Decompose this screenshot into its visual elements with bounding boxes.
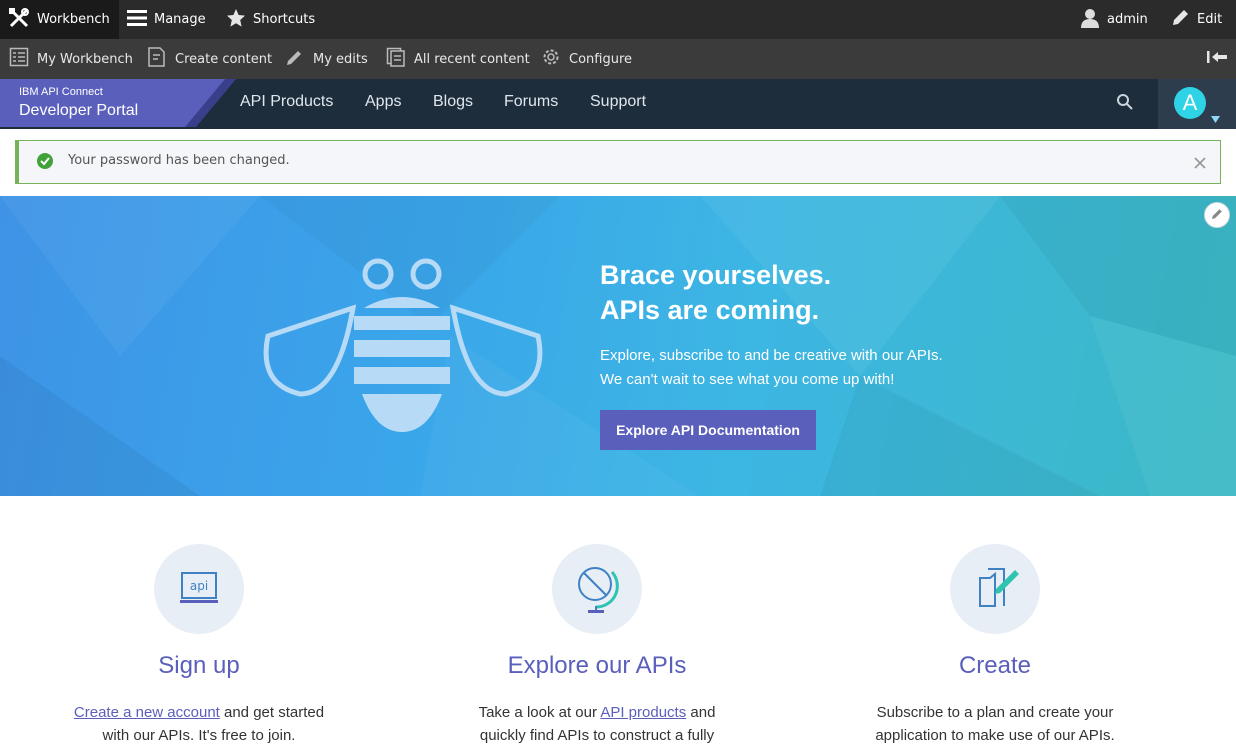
feature-title: Create	[958, 652, 1032, 679]
nav-link-support[interactable]: Support	[590, 79, 646, 127]
tray-item-label: My Workbench	[37, 51, 133, 67]
tray-item-configure[interactable]: Configure	[541, 39, 632, 79]
collapse-tray-button[interactable]	[1206, 39, 1228, 79]
tray-item-my-edits[interactable]: My edits	[285, 39, 368, 79]
pencil-icon	[285, 47, 305, 71]
globe-icon	[552, 544, 642, 634]
brand-title: Developer Portal	[19, 102, 139, 119]
hero-description: Explore, subscribe to and be creative wi…	[600, 344, 943, 392]
feature-create: Create Subscribe to a plan and create yo…	[845, 544, 1145, 747]
nav-link-apps[interactable]: Apps	[365, 79, 401, 127]
create-document-icon	[950, 544, 1040, 634]
nav-link-forums[interactable]: Forums	[504, 79, 558, 127]
workbench-tab[interactable]: Workbench	[0, 0, 119, 39]
tools-icon	[8, 7, 30, 33]
feature-text-line1: Take a look at our	[478, 704, 601, 721]
explore-api-documentation-button[interactable]: Explore API Documentation	[600, 410, 816, 450]
hamburger-icon	[127, 9, 147, 31]
admin-toolbar: Workbench Manage Shortcuts admin Edit	[0, 0, 1236, 39]
user-tab[interactable]: admin	[1080, 0, 1148, 39]
collapse-left-icon	[1206, 49, 1228, 69]
manage-label: Manage	[154, 12, 206, 27]
documents-icon	[386, 47, 406, 71]
feature-text: Subscribe to a plan and create your appl…	[845, 701, 1145, 747]
tray-item-label: Configure	[569, 51, 633, 67]
shortcuts-label: Shortcuts	[253, 12, 316, 27]
user-label: admin	[1107, 12, 1148, 27]
hero-banner: Brace yourselves. APIs are coming. Explo…	[0, 196, 1236, 496]
tray-item-create-content[interactable]: Create content	[147, 39, 272, 79]
workbench-tray: My Workbench Create content My edits All…	[0, 39, 1236, 79]
feature-text-line2: application to make use of our APIs.	[875, 727, 1115, 744]
pencil-icon	[1170, 8, 1190, 32]
feature-sign-up: api Sign up Create a new account and get…	[49, 544, 349, 747]
tray-item-my-workbench[interactable]: My Workbench	[9, 39, 133, 79]
shortcuts-tab[interactable]: Shortcuts	[226, 0, 315, 39]
status-message: Your password has been changed.	[15, 140, 1221, 184]
feature-text-line2: with our APIs. It's free to join.	[102, 727, 296, 744]
edit-block-button[interactable]	[1204, 202, 1230, 228]
edit-tab[interactable]: Edit	[1170, 0, 1222, 39]
chevron-down-icon	[1211, 108, 1220, 127]
feature-title: Sign up	[158, 652, 240, 679]
gear-icon	[541, 47, 561, 71]
brand-subtitle: IBM API Connect	[19, 86, 103, 98]
hero-title: Brace yourselves. APIs are coming.	[600, 258, 831, 328]
tray-item-all-recent-content[interactable]: All recent content	[386, 39, 530, 79]
workbench-label: Workbench	[37, 12, 110, 27]
pencil-icon	[1210, 206, 1224, 225]
feature-text-line1: and get started	[219, 704, 325, 721]
svg-text:api: api	[190, 579, 208, 593]
create-account-link[interactable]: Create a new account	[74, 704, 220, 721]
user-icon	[1080, 8, 1100, 32]
avatar: A	[1174, 87, 1206, 119]
document-add-icon	[147, 47, 167, 71]
feature-text: Take a look at our API products and quic…	[447, 701, 747, 747]
hero-text-line2: We can't wait to see what you come up wi…	[600, 371, 895, 388]
site-navbar: IBM API Connect Developer Portal API Pro…	[0, 79, 1236, 129]
tray-item-label: Create content	[175, 51, 273, 67]
feature-text-line1: Subscribe to a plan and create your	[876, 704, 1114, 721]
tray-item-label: All recent content	[414, 51, 530, 67]
hero-title-line1: Brace yourselves.	[600, 260, 832, 290]
status-message-text: Your password has been changed.	[68, 153, 290, 168]
feature-text: Create a new account and get started wit…	[49, 701, 349, 747]
user-menu[interactable]: A	[1158, 79, 1236, 129]
bee-logo	[263, 258, 543, 432]
nav-link-blogs[interactable]: Blogs	[433, 79, 473, 127]
brand-logo[interactable]: IBM API Connect Developer Portal	[0, 79, 236, 127]
feature-text-line2: quickly find APIs to construct a fully	[479, 727, 715, 744]
manage-tab[interactable]: Manage	[127, 0, 206, 39]
checkmark-icon	[36, 152, 54, 174]
nav-link-api-products[interactable]: API Products	[240, 79, 333, 127]
hero-title-line2: APIs are coming.	[600, 295, 820, 325]
checklist-icon	[9, 47, 29, 71]
feature-text-line1-end: and	[686, 704, 716, 721]
feature-explore: Explore our APIs Take a look at our API …	[447, 544, 747, 747]
feature-title: Explore our APIs	[507, 652, 687, 679]
edit-label: Edit	[1197, 12, 1223, 27]
api-laptop-icon: api	[154, 544, 244, 634]
hero-text-line1: Explore, subscribe to and be creative wi…	[600, 347, 943, 364]
close-icon[interactable]	[1194, 154, 1206, 173]
star-icon	[226, 8, 246, 32]
api-products-link[interactable]: API products	[600, 704, 686, 721]
tray-item-label: My edits	[313, 51, 368, 67]
search-icon[interactable]	[1116, 93, 1134, 115]
